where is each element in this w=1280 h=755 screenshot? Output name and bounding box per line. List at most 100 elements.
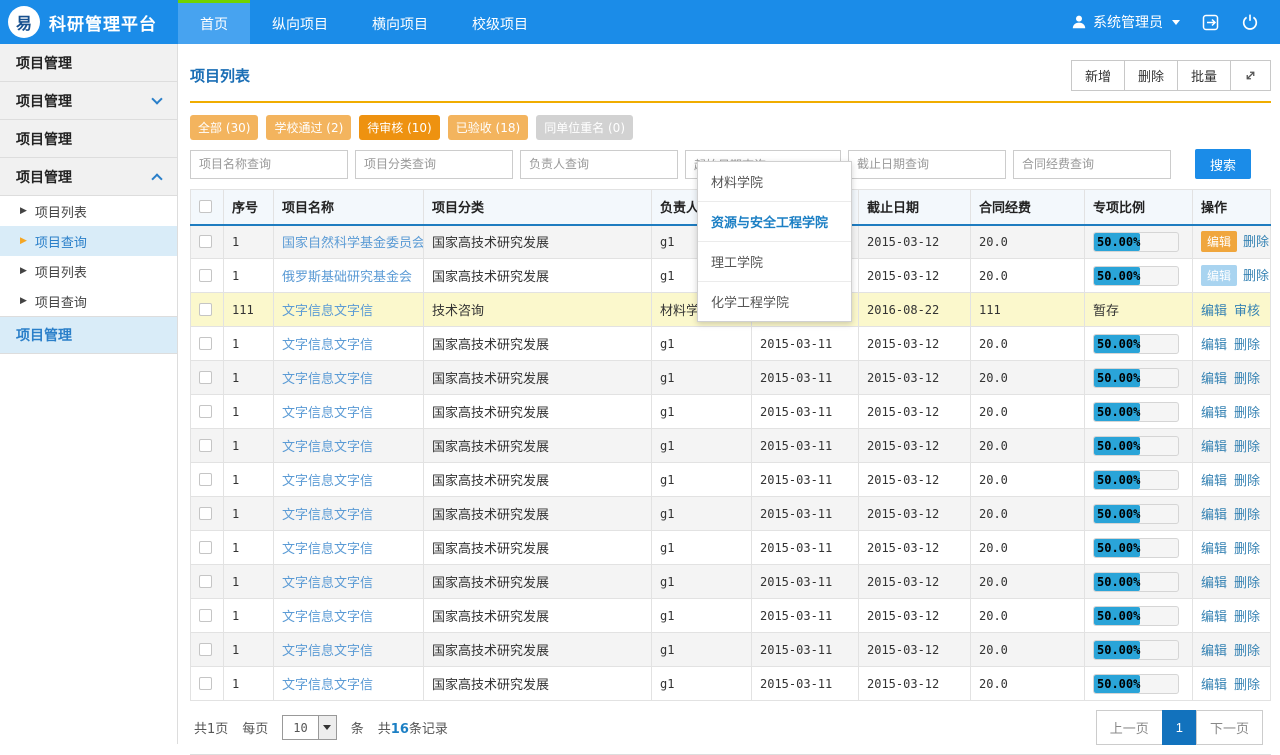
action-link[interactable]: 编辑 <box>1201 406 1227 421</box>
project-name-link[interactable]: 文字信息文字信 <box>282 304 373 319</box>
action-link[interactable]: 编辑 <box>1201 542 1227 557</box>
status-filter-button[interactable]: 待审核 (10) <box>359 115 439 140</box>
user-menu[interactable]: 系统管理员 <box>1071 12 1180 32</box>
switch-account-icon[interactable] <box>1200 12 1220 32</box>
action-link[interactable]: 删除 <box>1234 678 1260 693</box>
project-name-link[interactable]: 俄罗斯基础研究基金会 <box>282 270 412 285</box>
search-button[interactable]: 搜索 <box>1195 149 1251 179</box>
project-name-link[interactable]: 文字信息文字信 <box>282 644 373 659</box>
row-checkbox[interactable] <box>199 643 212 656</box>
dropdown-option[interactable]: 资源与安全工程学院 <box>698 202 851 242</box>
action-link[interactable]: 删除 <box>1234 406 1260 421</box>
row-checkbox[interactable] <box>199 371 212 384</box>
dropdown-option[interactable]: 化学工程学院 <box>698 282 851 321</box>
select-all-checkbox[interactable] <box>199 200 212 213</box>
action-link[interactable]: 编辑 <box>1201 508 1227 523</box>
status-filter-button[interactable]: 同单位重名 (0) <box>536 115 633 140</box>
action-link[interactable]: 删除 <box>1234 474 1260 489</box>
expand-icon[interactable] <box>1230 60 1271 91</box>
per-page-select[interactable]: 10 <box>282 715 336 740</box>
top-nav-item[interactable]: 横向项目 <box>350 0 450 44</box>
seq-cell: 1 <box>224 259 274 293</box>
sidebar-group-highlight[interactable]: 项目管理 <box>0 316 177 354</box>
action-button[interactable]: 编辑 <box>1201 231 1237 252</box>
sidebar-item[interactable]: ▶项目查询 <box>0 226 177 256</box>
action-link[interactable]: 删除 <box>1234 440 1260 455</box>
toolbar-button[interactable]: 删除 <box>1124 60 1178 91</box>
search-input[interactable] <box>848 150 1006 179</box>
action-link[interactable]: 编辑 <box>1201 372 1227 387</box>
top-nav-item[interactable]: 纵向项目 <box>250 0 350 44</box>
project-name-link[interactable]: 文字信息文字信 <box>282 338 373 353</box>
row-checkbox[interactable] <box>199 303 212 316</box>
row-checkbox[interactable] <box>199 507 212 520</box>
prev-page-button[interactable]: 上一页 <box>1096 710 1163 745</box>
action-link[interactable]: 删除 <box>1243 235 1269 250</box>
action-link[interactable]: 编辑 <box>1201 610 1227 625</box>
action-link[interactable]: 删除 <box>1234 542 1260 557</box>
dropdown-option[interactable]: 理工学院 <box>698 242 851 282</box>
row-checkbox[interactable] <box>199 439 212 452</box>
power-icon[interactable] <box>1240 12 1260 32</box>
project-name-link[interactable]: 文字信息文字信 <box>282 678 373 693</box>
status-filter-button[interactable]: 全部 (30) <box>190 115 258 140</box>
sidebar-group-expanded[interactable]: 项目管理 <box>0 158 177 196</box>
search-input[interactable] <box>355 150 513 179</box>
per-page-caret-button[interactable] <box>318 716 336 739</box>
next-page-button[interactable]: 下一页 <box>1196 710 1263 745</box>
action-link[interactable]: 删除 <box>1234 338 1260 353</box>
project-name-link[interactable]: 文字信息文字信 <box>282 440 373 455</box>
sidebar-group-collapsed[interactable]: 项目管理 <box>0 82 177 120</box>
top-nav-item[interactable]: 校级项目 <box>450 0 550 44</box>
status-filter-button[interactable]: 学校通过 (2) <box>266 115 351 140</box>
project-name-link[interactable]: 文字信息文字信 <box>282 542 373 557</box>
action-link[interactable]: 删除 <box>1243 269 1269 284</box>
row-checkbox[interactable] <box>199 235 212 248</box>
project-name-link[interactable]: 文字信息文字信 <box>282 474 373 489</box>
sidebar-item[interactable]: ▶项目列表 <box>0 196 177 226</box>
action-link[interactable]: 编辑 <box>1201 304 1227 319</box>
toolbar-button[interactable]: 新增 <box>1071 60 1125 91</box>
project-name-link[interactable]: 文字信息文字信 <box>282 610 373 625</box>
sidebar-item[interactable]: ▶项目查询 <box>0 286 177 316</box>
action-link[interactable]: 编辑 <box>1201 474 1227 489</box>
row-checkbox[interactable] <box>199 575 212 588</box>
status-filter-button[interactable]: 已验收 (18) <box>448 115 528 140</box>
action-link[interactable]: 删除 <box>1234 644 1260 659</box>
action-link[interactable]: 审核 <box>1234 304 1260 319</box>
project-name-link[interactable]: 国家自然科学基金委员会 <box>282 236 424 251</box>
row-checkbox[interactable] <box>199 337 212 350</box>
action-button[interactable]: 编辑 <box>1201 265 1237 286</box>
sidebar-item[interactable]: ▶项目列表 <box>0 256 177 286</box>
dropdown-option[interactable]: 材料学院 <box>698 162 851 202</box>
top-nav-item[interactable]: 首页 <box>178 0 250 44</box>
search-input[interactable] <box>190 150 348 179</box>
action-link[interactable]: 删除 <box>1234 576 1260 591</box>
seq-cell: 1 <box>224 327 274 361</box>
row-checkbox[interactable] <box>199 541 212 554</box>
project-name-link[interactable]: 文字信息文字信 <box>282 508 373 523</box>
action-link[interactable]: 删除 <box>1234 372 1260 387</box>
action-link[interactable]: 编辑 <box>1201 576 1227 591</box>
project-name-link[interactable]: 文字信息文字信 <box>282 576 373 591</box>
row-checkbox[interactable] <box>199 473 212 486</box>
action-link[interactable]: 删除 <box>1234 610 1260 625</box>
leader-cell: g1 <box>652 531 752 565</box>
search-input[interactable] <box>1013 150 1171 179</box>
action-link[interactable]: 编辑 <box>1201 440 1227 455</box>
row-checkbox[interactable] <box>199 677 212 690</box>
search-input[interactable] <box>520 150 678 179</box>
action-link[interactable]: 删除 <box>1234 508 1260 523</box>
action-link[interactable]: 编辑 <box>1201 678 1227 693</box>
current-page-button[interactable]: 1 <box>1162 710 1197 745</box>
row-checkbox[interactable] <box>199 609 212 622</box>
project-name-link[interactable]: 文字信息文字信 <box>282 372 373 387</box>
row-checkbox[interactable] <box>199 269 212 282</box>
sidebar-group-header[interactable]: 项目管理 <box>0 120 177 158</box>
project-name-link[interactable]: 文字信息文字信 <box>282 406 373 421</box>
row-checkbox[interactable] <box>199 405 212 418</box>
action-link[interactable]: 编辑 <box>1201 644 1227 659</box>
action-link[interactable]: 编辑 <box>1201 338 1227 353</box>
toolbar-button[interactable]: 批量 <box>1177 60 1231 91</box>
sidebar-group-header[interactable]: 项目管理 <box>0 44 177 82</box>
